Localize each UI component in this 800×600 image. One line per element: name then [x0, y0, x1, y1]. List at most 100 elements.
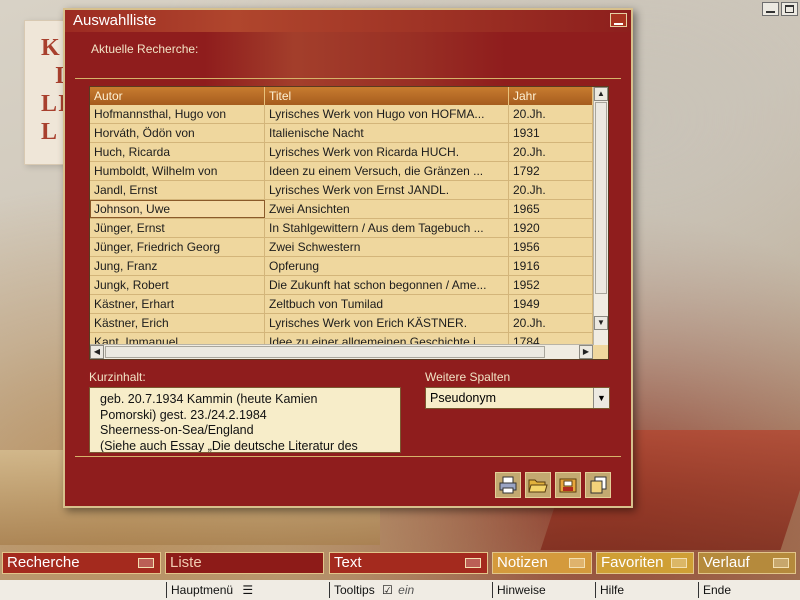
copy-button[interactable]: [585, 472, 611, 498]
summary-line: Pomorski) gest. 23./24.2.1984: [100, 407, 267, 422]
nav-notizen[interactable]: Notizen: [492, 552, 592, 574]
vertical-scroll-thumb[interactable]: [595, 102, 607, 294]
year-cell: 1931: [509, 124, 593, 142]
minimize-icon: [766, 11, 775, 13]
table-row[interactable]: Jungk, Robert Die Zukunft hat schon begon…: [90, 276, 593, 295]
minimize-icon: [614, 23, 623, 25]
year-cell: 1920: [509, 219, 593, 237]
year-cell: 1792: [509, 162, 593, 180]
table-row[interactable]: Kästner, Erhart Zeltbuch von Tumilad 1949: [90, 295, 593, 314]
vertical-scrollbar[interactable]: ▲ ▼: [593, 87, 608, 345]
list-rows: Hofmannsthal, Hugo von Lyrisches Werk von…: [90, 105, 593, 345]
footer-hints[interactable]: Hinweise: [492, 582, 546, 598]
card-letter: K: [41, 35, 61, 61]
window-icon: [569, 558, 585, 568]
title-cell: Zwei Schwestern: [265, 238, 509, 256]
horizontal-scroll-thumb[interactable]: [105, 346, 545, 358]
window-icon: [465, 558, 481, 568]
dialog-actions: [495, 472, 611, 498]
title-cell: Opferung: [265, 257, 509, 275]
footer-help[interactable]: Hilfe: [595, 582, 624, 598]
nav-label: Recherche: [7, 554, 80, 571]
summary-text[interactable]: geb. 20.7.1934 Kammin (heute Kamien Pomo…: [89, 387, 401, 453]
dialog-minimize-button[interactable]: [610, 13, 627, 27]
title-cell: Lyrisches Werk von Erich KÄSTNER.: [265, 314, 509, 332]
nav-liste[interactable]: Liste: [165, 552, 324, 574]
more-columns-select[interactable]: Pseudonym ▼: [425, 387, 610, 409]
year-cell: 1965: [509, 200, 593, 218]
dialog-title: Auswahlliste: [73, 12, 157, 29]
window-maximize-button[interactable]: [781, 2, 798, 16]
footer-main-menu[interactable]: Hauptmenü ☰: [166, 582, 253, 598]
author-cell: Johnson, Uwe: [90, 200, 265, 218]
divider: [75, 456, 621, 457]
table-row[interactable]: Hofmannsthal, Hugo von Lyrisches Werk von…: [90, 105, 593, 124]
open-folder-button[interactable]: [525, 472, 551, 498]
table-row[interactable]: Kästner, Erich Lyrisches Werk von Erich K…: [90, 314, 593, 333]
copy-windows-icon: [590, 476, 607, 494]
column-header-author[interactable]: Autor: [90, 87, 265, 105]
author-cell: Kästner, Erich: [90, 314, 265, 332]
table-row[interactable]: Humboldt, Wilhelm von Ideen zu einem Vers…: [90, 162, 593, 181]
nav-text[interactable]: Text: [329, 552, 488, 574]
selection-list-dialog: Auswahlliste Aktuelle Recherche: Autor T…: [63, 8, 633, 508]
column-header-year[interactable]: Jahr: [509, 87, 593, 105]
footer-label: Tooltips: [334, 583, 375, 597]
menu-icon: ☰: [242, 583, 254, 597]
nav-verlauf[interactable]: Verlauf: [698, 552, 796, 574]
table-row[interactable]: Jung, Franz Opferung 1916: [90, 257, 593, 276]
table-row[interactable]: Jünger, Friedrich Georg Zwei Schwestern 19…: [90, 238, 593, 257]
dialog-banner-decoration: [205, 32, 505, 92]
tooltips-state: ein: [398, 583, 415, 597]
author-cell: Humboldt, Wilhelm von: [90, 162, 265, 180]
nav-recherche[interactable]: Recherche: [2, 552, 161, 574]
checkbox-checked-icon[interactable]: ☑: [382, 583, 393, 597]
list-header: Autor Titel Jahr: [90, 87, 608, 105]
summary-line: Sheerness-on-Sea/England: [100, 423, 254, 437]
scroll-up-button[interactable]: ▲: [594, 87, 608, 101]
author-cell: Jünger, Ernst: [90, 219, 265, 237]
window-icon: [671, 558, 687, 568]
card-letter: L: [41, 119, 59, 145]
save-folder-button[interactable]: [555, 472, 581, 498]
author-cell: Huch, Ricarda: [90, 143, 265, 161]
author-cell: Jungk, Robert: [90, 276, 265, 294]
nav-label: Verlauf: [703, 554, 750, 571]
year-cell: 20.Jh.: [509, 181, 593, 199]
table-row[interactable]: Horváth, Ödön von Italienische Nacht 1931: [90, 124, 593, 143]
scroll-right-button[interactable]: ▶: [579, 345, 593, 359]
scroll-down-button[interactable]: ▼: [594, 316, 608, 330]
window-controls: [762, 2, 798, 16]
table-row[interactable]: Jünger, Ernst In Stahlgewittern / Aus dem…: [90, 219, 593, 238]
footer-tooltips-toggle[interactable]: Tooltips ☑ ein: [329, 582, 414, 598]
print-button[interactable]: [495, 472, 521, 498]
folder-open-icon: [528, 479, 548, 493]
summary-label: Kurzinhalt:: [89, 370, 146, 384]
table-row[interactable]: Johnson, Uwe Zwei Ansichten 1965: [90, 200, 593, 219]
footer-exit[interactable]: Ende: [698, 582, 731, 598]
title-cell: Lyrisches Werk von Ernst JANDL.: [265, 181, 509, 199]
author-cell: Jünger, Friedrich Georg: [90, 238, 265, 256]
title-cell: Zeltbuch von Tumilad: [265, 295, 509, 313]
title-cell: Italienische Nacht: [265, 124, 509, 142]
table-row[interactable]: Jandl, Ernst Lyrisches Werk von Ernst JAN…: [90, 181, 593, 200]
printer-icon: [499, 476, 517, 494]
year-cell: 1956: [509, 238, 593, 256]
current-search-label: Aktuelle Recherche:: [91, 42, 199, 56]
window-minimize-button[interactable]: [762, 2, 779, 16]
footer-bar: Hauptmenü ☰ Tooltips ☑ ein Hinweise Hilf…: [0, 580, 800, 600]
dialog-titlebar[interactable]: Auswahlliste: [65, 10, 631, 32]
horizontal-scrollbar[interactable]: ◀ ▶: [90, 344, 593, 359]
scroll-left-button[interactable]: ◀: [90, 345, 104, 359]
year-cell: 1916: [509, 257, 593, 275]
year-cell: 1952: [509, 276, 593, 294]
nav-label: Liste: [170, 554, 202, 571]
results-list: Autor Titel Jahr Hofmannsthal, Hugo von L…: [89, 86, 609, 360]
column-header-title[interactable]: Titel: [265, 87, 509, 105]
table-row[interactable]: Huch, Ricarda Lyrisches Werk von Ricarda …: [90, 143, 593, 162]
window-icon: [773, 558, 789, 568]
summary-line: geb. 20.7.1934 Kammin (heute Kamien: [100, 392, 318, 406]
author-cell: Horváth, Ödön von: [90, 124, 265, 142]
chevron-down-icon[interactable]: ▼: [593, 388, 609, 408]
nav-favoriten[interactable]: Favoriten: [596, 552, 694, 574]
